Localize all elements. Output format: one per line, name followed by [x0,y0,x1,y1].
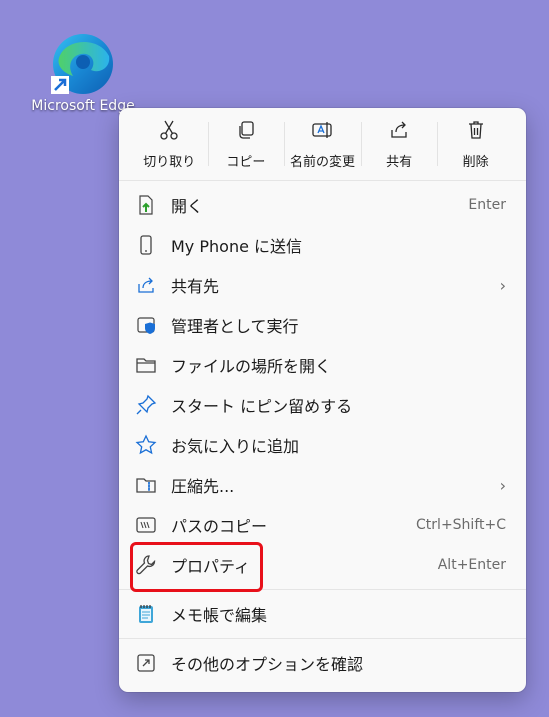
menu-item-label: お気に入りに追加 [171,437,300,456]
menu-item-label: 開く [171,197,204,216]
chevron-right-icon: › [499,275,506,295]
menu-item-edit-in-notepad[interactable]: メモ帳で編集 [119,594,526,634]
menu-item-label: 管理者として実行 [171,317,299,336]
menu-item-share-to[interactable]: 共有先 › [119,265,526,305]
menu-item-label: パスのコピー [171,517,268,536]
share-label: 共有 [386,154,413,170]
menu-item-run-as-admin[interactable]: 管理者として実行 [119,305,526,345]
pin-icon [135,394,157,416]
context-menu-items: 開く Enter My Phone に送信 共有先 › 管理者として実行 ファイ… [119,181,526,687]
menu-item-label: その他のオプションを確認 [171,655,364,674]
edge-logo-icon [51,32,115,96]
context-menu: 切り取り コピー 名前の変更 共有 削除 開く Enter My Phone に… [119,108,526,692]
notepad-icon [135,603,157,625]
menu-item-label: プロパティ [171,557,251,576]
copy-button[interactable]: コピー [207,116,285,172]
delete-button[interactable]: 削除 [437,116,514,172]
menu-item-shortcut: Alt+Enter [437,557,506,573]
menu-separator [119,638,526,639]
menu-item-label: 共有先 [171,277,220,296]
cut-button[interactable]: 切り取り [131,116,208,172]
share-button[interactable]: 共有 [360,116,438,172]
menu-item-add-to-favorites[interactable]: お気に入りに追加 [119,425,526,465]
trash-icon [465,119,487,145]
rename-label: 名前の変更 [289,154,355,170]
menu-item-shortcut: Ctrl+Shift+C [416,517,506,533]
menu-item-label: My Phone に送信 [171,237,303,256]
scissors-icon [158,119,180,145]
menu-item-open[interactable]: 開く Enter [119,185,526,225]
zip-icon [135,474,157,496]
menu-item-show-more-options[interactable]: その他のオプションを確認 [119,643,526,683]
menu-separator [119,589,526,590]
menu-item-shortcut: Enter [468,197,506,213]
cut-label: 切り取り [143,154,196,170]
menu-item-label: メモ帳で編集 [171,606,268,625]
folder-icon [135,354,157,376]
chevron-right-icon: › [499,475,506,495]
menu-item-send-to-phone[interactable]: My Phone に送信 [119,225,526,265]
menu-item-label: 圧縮先... [171,477,235,496]
desktop-icon-edge[interactable]: Microsoft Edge [28,32,138,114]
star-icon [135,434,157,456]
copy-icon [235,119,257,145]
copy-label: コピー [226,154,266,170]
path-icon [135,514,157,536]
share-icon [388,119,410,145]
rename-button[interactable]: 名前の変更 [284,116,361,172]
rename-icon [311,119,333,145]
menu-item-copy-path[interactable]: パスのコピー Ctrl+Shift+C [119,505,526,545]
menu-item-compress-to[interactable]: 圧縮先... › [119,465,526,505]
wrench-icon [135,554,157,576]
menu-item-label: スタート にピン留めする [171,397,353,416]
open-icon [135,194,157,216]
share-icon [135,274,157,296]
phone-icon [135,234,157,256]
menu-item-pin-to-start[interactable]: スタート にピン留めする [119,385,526,425]
menu-item-properties[interactable]: プロパティ Alt+Enter [119,545,526,585]
more-options-icon [135,652,157,674]
menu-item-open-file-location[interactable]: ファイルの場所を開く [119,345,526,385]
context-menu-toolbar: 切り取り コピー 名前の変更 共有 削除 [119,108,526,181]
menu-item-label: ファイルの場所を開く [171,357,332,376]
shield-icon [135,314,157,336]
delete-label: 削除 [462,154,489,170]
